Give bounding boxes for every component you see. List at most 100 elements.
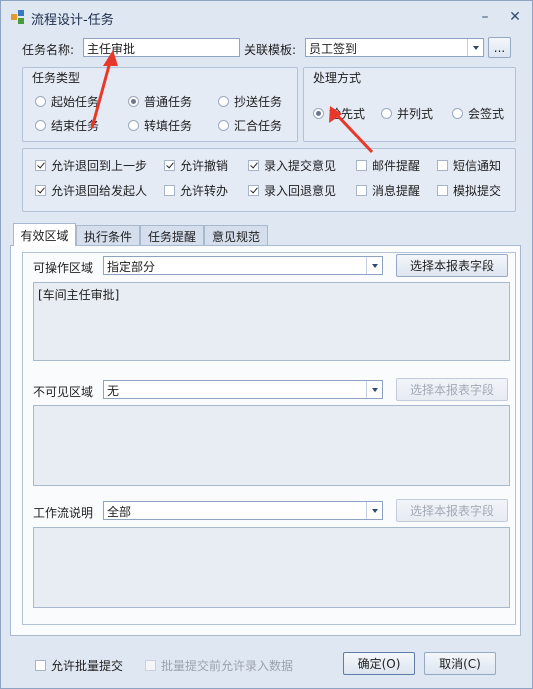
radio-label: 结束任务 [51, 119, 100, 133]
checkbox-indicator [164, 185, 175, 196]
checkbox-label: 批量提交前允许录入数据 [161, 659, 294, 673]
invisible-area-label: 不可见区域 [33, 385, 94, 399]
checkbox-label: 邮件提醒 [372, 159, 421, 173]
tab-opinion-spec[interactable]: 意见规范 [204, 225, 268, 246]
template-label: 关联模板: [244, 43, 297, 57]
workflow-desc-content[interactable] [33, 527, 510, 608]
select-workflow-fields-button[interactable]: 选择本报表字段 [396, 499, 508, 522]
workflow-desc-select[interactable]: 全部 [103, 501, 383, 520]
checkbox-indicator [35, 160, 46, 171]
operable-area-label: 可操作区域 [33, 261, 94, 275]
radio-countersign[interactable]: 会签式 [452, 105, 504, 122]
radio-indicator [35, 120, 46, 131]
checkbox-label: 录入回退意见 [264, 184, 337, 198]
checkbox-indicator [356, 185, 367, 196]
checkbox-indicator [35, 660, 46, 671]
checkbox-indicator [145, 660, 156, 671]
minimize-button[interactable]: – [477, 9, 493, 25]
invisible-area-content[interactable] [33, 405, 510, 486]
chevron-down-icon[interactable] [366, 257, 382, 274]
app-icon [11, 10, 25, 24]
radio-label: 起始任务 [51, 95, 100, 109]
radio-indicator [313, 108, 324, 119]
chevron-down-icon[interactable] [467, 39, 483, 56]
radio-cc-task[interactable]: 抄送任务 [218, 93, 282, 110]
checkbox-label: 允许批量提交 [51, 659, 124, 673]
radio-transfer-task[interactable]: 转填任务 [128, 117, 192, 134]
task-type-title: 任务类型 [30, 69, 83, 86]
checkbox-label: 允许退回给发起人 [51, 184, 148, 198]
checkbox-email-reminder[interactable]: 邮件提醒 [356, 157, 420, 174]
radio-normal-task[interactable]: 普通任务 [128, 93, 192, 110]
cancel-button[interactable]: 取消(C) [424, 652, 496, 675]
task-name-label: 任务名称: [22, 43, 75, 57]
radio-indicator [218, 96, 229, 107]
checkbox-label: 录入提交意见 [264, 159, 337, 173]
checkbox-allow-undo[interactable]: 允许撤销 [164, 157, 228, 174]
checkbox-label: 允许撤销 [180, 159, 229, 173]
radio-label: 并列式 [397, 107, 434, 121]
checkbox-label: 允许转办 [180, 184, 229, 198]
workflow-desc-label: 工作流说明 [33, 506, 94, 520]
radio-parallel[interactable]: 并列式 [381, 105, 433, 122]
checkbox-label: 允许退回到上一步 [51, 159, 148, 173]
radio-end-task[interactable]: 结束任务 [35, 117, 99, 134]
checkbox-indicator [248, 160, 259, 171]
checkbox-indicator [437, 185, 448, 196]
template-select[interactable]: 员工签到 [305, 38, 484, 57]
operable-area-content[interactable]: [车间主任审批] [33, 282, 510, 361]
radio-indicator [35, 96, 46, 107]
chevron-down-icon[interactable] [366, 381, 382, 398]
operable-area-select[interactable]: 指定部分 [103, 256, 383, 275]
invisible-area-select[interactable]: 无 [103, 380, 383, 399]
tab-execution-condition[interactable]: 执行条件 [76, 225, 140, 246]
checkbox-allow-return-previous[interactable]: 允许退回到上一步 [35, 157, 147, 174]
checkbox-indicator [164, 160, 175, 171]
window-title: 流程设计-任务 [31, 13, 114, 28]
radio-label: 抄送任务 [234, 95, 283, 109]
checkbox-indicator [248, 185, 259, 196]
radio-indicator [128, 120, 139, 131]
checkbox-allow-return-initiator[interactable]: 允许退回给发起人 [35, 182, 147, 199]
radio-preemptive[interactable]: 抢先式 [313, 105, 365, 122]
title-bar: 流程设计-任务 – ✕ [1, 1, 532, 31]
operable-area-value: 指定部分 [107, 260, 156, 274]
checkbox-return-opinion[interactable]: 录入回退意见 [248, 182, 336, 199]
template-select-value: 员工签到 [309, 42, 358, 56]
close-button[interactable]: ✕ [507, 9, 523, 25]
checkbox-simulate-submit[interactable]: 模拟提交 [437, 182, 501, 199]
checkbox-batch-input-before-submit[interactable]: 批量提交前允许录入数据 [145, 657, 293, 674]
checkbox-submit-opinion[interactable]: 录入提交意见 [248, 157, 336, 174]
select-operable-fields-button[interactable]: 选择本报表字段 [396, 254, 508, 277]
tab-valid-area[interactable]: 有效区域 [13, 223, 76, 246]
radio-indicator [218, 120, 229, 131]
radio-merge-task[interactable]: 汇合任务 [218, 117, 282, 134]
browse-template-button[interactable]: ... [488, 37, 511, 58]
task-name-input[interactable]: 主任审批 [83, 38, 240, 57]
checkbox-label: 模拟提交 [453, 184, 502, 198]
checkbox-allow-transfer[interactable]: 允许转办 [164, 182, 228, 199]
radio-label: 普通任务 [144, 95, 193, 109]
radio-indicator [452, 108, 463, 119]
radio-label: 转填任务 [144, 119, 193, 133]
tab-task-reminder[interactable]: 任务提醒 [140, 225, 204, 246]
select-invisible-fields-button[interactable]: 选择本报表字段 [396, 378, 508, 401]
invisible-area-value: 无 [107, 384, 120, 398]
workflow-desc-value: 全部 [107, 505, 132, 519]
process-mode-title: 处理方式 [311, 69, 364, 86]
radio-indicator [381, 108, 392, 119]
checkbox-label: 消息提醒 [372, 184, 421, 198]
radio-label: 抢先式 [329, 107, 366, 121]
radio-indicator [128, 96, 139, 107]
ok-button[interactable]: 确定(O) [343, 652, 415, 675]
checkbox-allow-batch-submit[interactable]: 允许批量提交 [35, 657, 123, 674]
chevron-down-icon[interactable] [366, 502, 382, 519]
radio-label: 会签式 [468, 107, 505, 121]
radio-label: 汇合任务 [234, 119, 283, 133]
radio-start-task[interactable]: 起始任务 [35, 93, 99, 110]
checkbox-indicator [437, 160, 448, 171]
checkbox-message-reminder[interactable]: 消息提醒 [356, 182, 420, 199]
checkbox-indicator [356, 160, 367, 171]
checkbox-label: 短信通知 [453, 159, 502, 173]
checkbox-sms-notify[interactable]: 短信通知 [437, 157, 501, 174]
